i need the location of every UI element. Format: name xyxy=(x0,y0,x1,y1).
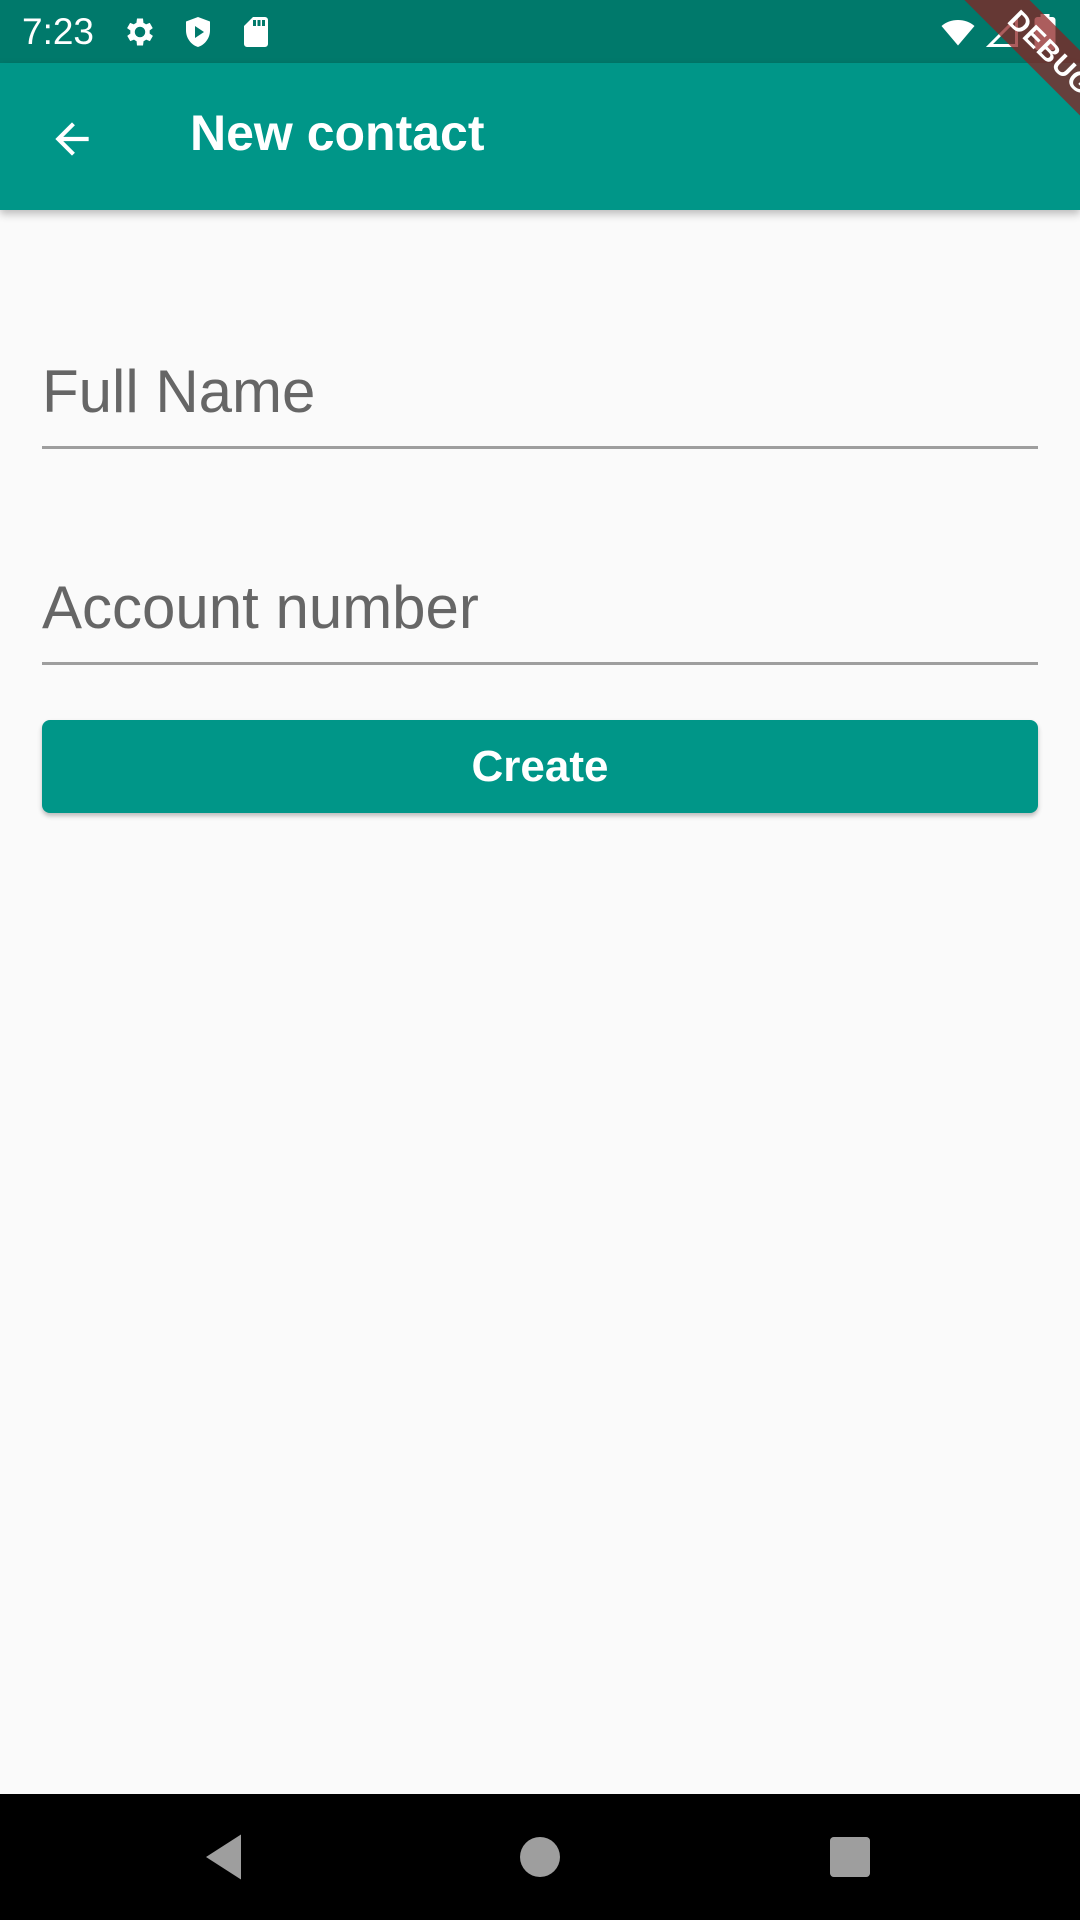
back-triangle-icon xyxy=(196,1827,256,1887)
full-name-input[interactable] xyxy=(42,336,1038,446)
recents-square-icon xyxy=(820,1827,880,1887)
account-number-input[interactable] xyxy=(42,552,1038,662)
home-circle-icon xyxy=(510,1827,570,1887)
status-bar: 7:23 xyxy=(0,0,1080,63)
full-name-field[interactable] xyxy=(42,336,1038,449)
account-number-field[interactable] xyxy=(42,552,1038,665)
wifi-icon xyxy=(940,14,976,50)
arrow-back-icon xyxy=(47,114,97,164)
nav-home-button[interactable] xyxy=(510,1827,570,1887)
page-title: New contact xyxy=(190,105,485,161)
sd-card-icon xyxy=(238,14,274,50)
app-bar: New contact xyxy=(0,63,1080,210)
play-shield-icon xyxy=(180,14,216,50)
create-button[interactable]: Create xyxy=(42,720,1038,813)
nav-back-button[interactable] xyxy=(196,1827,256,1887)
nav-recents-button[interactable] xyxy=(820,1827,880,1887)
back-button[interactable] xyxy=(30,97,114,181)
screen: 7:23 New contact DEBUG Full Name Account… xyxy=(0,0,1080,1920)
status-time: 7:23 xyxy=(22,11,95,52)
gear-icon xyxy=(122,14,158,50)
nav-bar xyxy=(0,1794,1080,1920)
